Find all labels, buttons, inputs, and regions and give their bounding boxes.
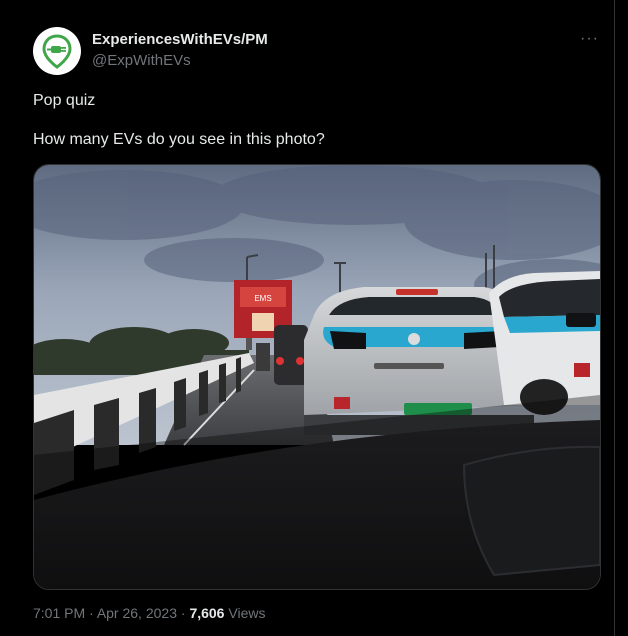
author-handle[interactable]: @ExpWithEVs (92, 52, 191, 69)
views-label: Views (224, 605, 266, 621)
ev-charging-plug-icon (42, 34, 72, 69)
timeline-border (614, 0, 615, 636)
billboard-text: EMS (254, 294, 271, 303)
tweet-text-line-1: Pop quiz (33, 92, 96, 109)
more-options-icon[interactable]: ··· (580, 30, 599, 48)
traffic-photo: EMS (34, 165, 600, 589)
white-car-right (489, 271, 600, 415)
tweet-date[interactable]: Apr 26, 2023 (97, 605, 177, 621)
avatar[interactable] (33, 27, 81, 75)
dashboard-cluster-hood (462, 445, 600, 577)
meta-separator: · (176, 605, 190, 621)
views-count: 7,606 (189, 605, 225, 621)
tweet-time[interactable]: 7:01 PM (33, 605, 85, 621)
tweet-photo[interactable]: EMS (33, 164, 601, 590)
author-display-name[interactable]: ExperiencesWithEVs/PM (92, 31, 268, 48)
tweet-text-line-2: How many EVs do you see in this photo? (33, 131, 325, 148)
meta-separator: · (85, 605, 97, 621)
tweet-meta: 7:01 PM · Apr 26, 2023 · 7,606 Views (33, 605, 265, 621)
